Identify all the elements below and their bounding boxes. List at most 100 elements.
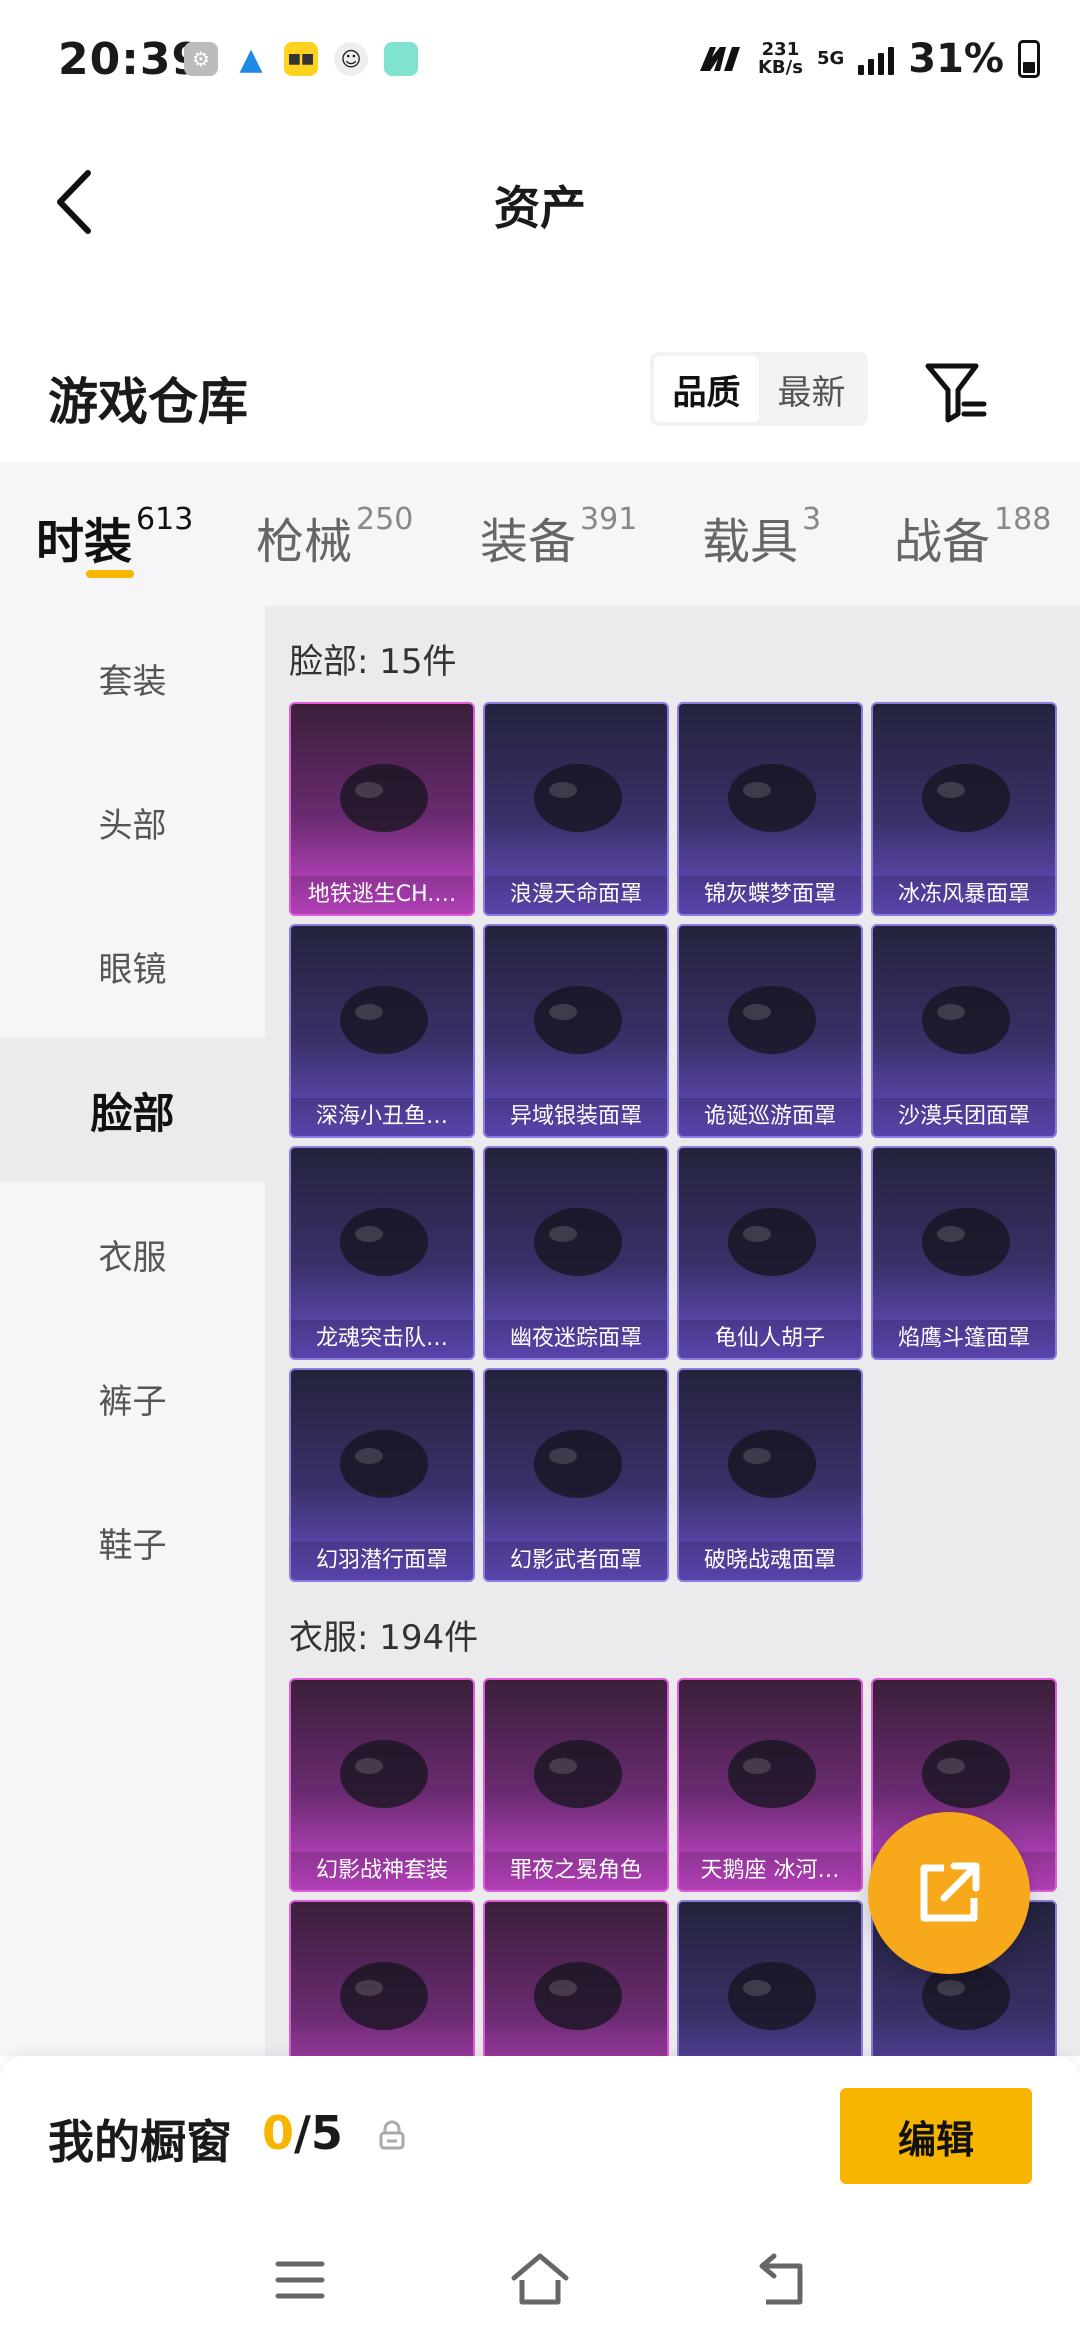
sidebar-item-suit[interactable]: 套装 bbox=[0, 606, 265, 750]
item-name: 诡诞巡游面罩 bbox=[679, 1098, 861, 1136]
item-image bbox=[728, 1962, 816, 2030]
item-card[interactable]: 深海小丑鱼… bbox=[289, 924, 475, 1138]
tab-label: 时装 bbox=[36, 514, 133, 570]
showcase-current: 0 bbox=[262, 2106, 295, 2160]
section-title-face: 脸部: 15件 bbox=[289, 642, 457, 682]
item-card[interactable]: 天鹅座 冰河… bbox=[677, 1678, 863, 1892]
item-card[interactable]: 浪漫天命面罩 bbox=[483, 702, 669, 916]
item-card[interactable]: 龟仙人胡子 bbox=[677, 1146, 863, 1360]
notification-icons: ⚙ ▲ ■■ ☺ bbox=[184, 41, 418, 77]
status-right: 231 KB/s 5G 31% bbox=[698, 36, 1040, 82]
item-image bbox=[340, 1962, 428, 2030]
filter-button[interactable] bbox=[920, 358, 990, 428]
item-image bbox=[728, 986, 816, 1054]
item-image bbox=[728, 764, 816, 832]
item-card[interactable] bbox=[483, 1900, 669, 2056]
item-name: 幻影战神套装 bbox=[291, 1852, 473, 1890]
item-card[interactable]: 异域银装面罩 bbox=[483, 924, 669, 1138]
edit-button[interactable]: 编辑 bbox=[840, 2088, 1032, 2184]
status-bar: 20:39 ⚙ ▲ ■■ ☺ 231 KB/s 5G 31% bbox=[0, 0, 1080, 120]
share-fab[interactable] bbox=[868, 1812, 1030, 1974]
item-name: 锦灰蝶梦面罩 bbox=[679, 876, 861, 914]
avatar-notification-icon: ☺ bbox=[334, 42, 368, 76]
sort-latest-button[interactable]: 最新 bbox=[759, 356, 864, 422]
showcase-count: 0/5 bbox=[262, 2106, 343, 2160]
tab-count: 250 bbox=[356, 502, 414, 537]
item-card[interactable]: 地铁逃生CH.… bbox=[289, 702, 475, 916]
sidebar: 套装 头部 眼镜 脸部 衣服 裤子 鞋子 bbox=[0, 606, 265, 2056]
item-card[interactable]: 锦灰蝶梦面罩 bbox=[677, 702, 863, 916]
item-card[interactable] bbox=[677, 1900, 863, 2056]
item-name: 龟仙人胡子 bbox=[679, 1320, 861, 1358]
item-card[interactable]: 焰鹰斗篷面罩 bbox=[871, 1146, 1057, 1360]
settings-notification-icon: ⚙ bbox=[184, 42, 218, 76]
item-image bbox=[340, 1740, 428, 1808]
system-nav-bar bbox=[0, 2206, 1080, 2344]
sidebar-item-pants[interactable]: 裤子 bbox=[0, 1326, 265, 1470]
item-name: 深海小丑鱼… bbox=[291, 1098, 473, 1136]
tab-label: 枪械 bbox=[256, 514, 353, 570]
item-image bbox=[728, 1430, 816, 1498]
sidebar-item-shoes[interactable]: 鞋子 bbox=[0, 1470, 265, 1614]
warehouse-title: 游戏仓库 bbox=[48, 373, 248, 431]
item-card[interactable] bbox=[289, 1900, 475, 2056]
item-card[interactable]: 破晓战魂面罩 bbox=[677, 1368, 863, 1582]
home-icon[interactable] bbox=[510, 2250, 570, 2310]
cell-signal-icon bbox=[858, 43, 895, 75]
sort-quality-button[interactable]: 品质 bbox=[654, 356, 759, 422]
item-name: 天鹅座 冰河… bbox=[679, 1852, 861, 1890]
sidebar-item-face[interactable]: 脸部 bbox=[0, 1038, 265, 1182]
item-card[interactable]: 幻影战神套装 bbox=[289, 1678, 475, 1892]
app-notification-icon: ■■ bbox=[284, 42, 318, 76]
sidebar-item-clothes[interactable]: 衣服 bbox=[0, 1182, 265, 1326]
item-image bbox=[340, 1430, 428, 1498]
item-name: 焰鹰斗篷面罩 bbox=[873, 1320, 1055, 1358]
tab-supplies[interactable]: 战备 188 bbox=[894, 502, 1051, 572]
warning-notification-icon: ▲ bbox=[239, 41, 263, 77]
sidebar-item-head[interactable]: 头部 bbox=[0, 750, 265, 894]
lock-icon bbox=[379, 2120, 405, 2150]
sidebar-item-glasses[interactable]: 眼镜 bbox=[0, 894, 265, 1038]
item-card[interactable]: 幻影武者面罩 bbox=[483, 1368, 669, 1582]
item-name: 幻影武者面罩 bbox=[485, 1542, 667, 1580]
item-card[interactable]: 龙魂突击队… bbox=[289, 1146, 475, 1360]
page-title: 资产 bbox=[494, 181, 586, 235]
section-title-clothes: 衣服: 194件 bbox=[289, 1618, 479, 1658]
item-name: 罪夜之冕角色 bbox=[485, 1852, 667, 1890]
item-card[interactable]: 罪夜之冕角色 bbox=[483, 1678, 669, 1892]
signal-m-icon bbox=[699, 47, 740, 71]
item-image bbox=[534, 986, 622, 1054]
item-name: 龙魂突击队… bbox=[291, 1320, 473, 1358]
tab-fashion[interactable]: 时装 613 bbox=[36, 502, 193, 572]
item-image bbox=[728, 1208, 816, 1276]
item-card[interactable]: 冰冻风暴面罩 bbox=[871, 702, 1057, 916]
item-name: 沙漠兵团面罩 bbox=[873, 1098, 1055, 1136]
item-card[interactable]: 诡诞巡游面罩 bbox=[677, 924, 863, 1138]
showcase-bar: 我的橱窗 0/5 编辑 bbox=[0, 2056, 1080, 2206]
item-image bbox=[922, 986, 1010, 1054]
tab-vehicles[interactable]: 载具 3 bbox=[702, 502, 821, 572]
warehouse-header: 游戏仓库 品质 最新 bbox=[0, 340, 1080, 460]
tab-equipment[interactable]: 装备 391 bbox=[480, 502, 637, 572]
tab-count: 3 bbox=[802, 502, 822, 537]
item-name: 地铁逃生CH.… bbox=[291, 876, 473, 914]
item-image bbox=[534, 1962, 622, 2030]
network-speed-unit: KB/s bbox=[757, 57, 803, 78]
tab-guns[interactable]: 枪械 250 bbox=[256, 502, 413, 572]
back-nav-icon[interactable] bbox=[752, 2250, 812, 2310]
item-image bbox=[922, 764, 1010, 832]
asset-screen: 20:39 ⚙ ▲ ■■ ☺ 231 KB/s 5G 31% 资产 游戏仓库 品… bbox=[0, 0, 1080, 2344]
item-image bbox=[534, 1430, 622, 1498]
tab-label: 载具 bbox=[702, 514, 799, 570]
header: 资产 bbox=[0, 140, 1080, 260]
item-card[interactable]: 沙漠兵团面罩 bbox=[871, 924, 1057, 1138]
tab-label: 装备 bbox=[480, 514, 577, 570]
menu-icon[interactable] bbox=[270, 2250, 330, 2310]
item-image bbox=[534, 1740, 622, 1808]
sort-toggle: 品质 最新 bbox=[650, 352, 868, 426]
tab-label: 战备 bbox=[894, 514, 991, 570]
item-card[interactable]: 幻羽潜行面罩 bbox=[289, 1368, 475, 1582]
item-image bbox=[340, 986, 428, 1054]
item-card[interactable]: 幽夜迷踪面罩 bbox=[483, 1146, 669, 1360]
tab-count: 188 bbox=[994, 502, 1052, 537]
